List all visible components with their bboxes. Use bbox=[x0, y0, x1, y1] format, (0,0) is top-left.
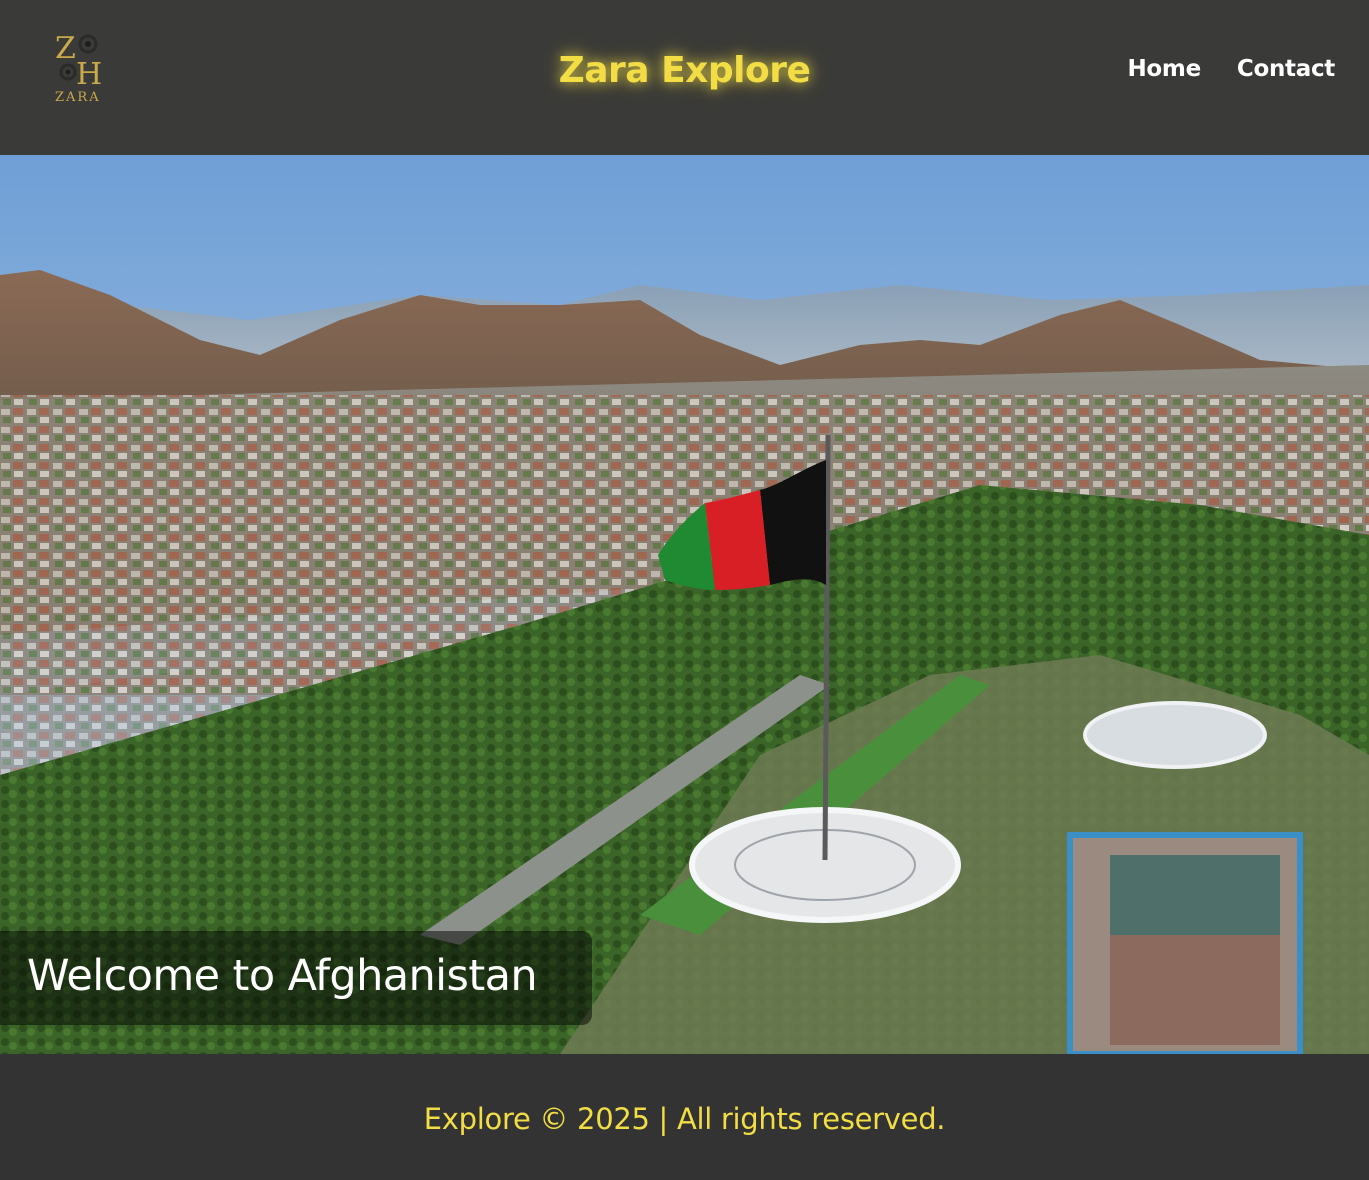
main-nav: Home Contact bbox=[1127, 56, 1335, 82]
site-header: Z H ZARA Zara Explore Home Contact bbox=[0, 0, 1369, 155]
copyright-text: Explore © 2025 | All rights reserved. bbox=[423, 1102, 946, 1136]
site-footer: Explore © 2025 | All rights reserved. bbox=[0, 1054, 1369, 1180]
kabul-aerial-image bbox=[0, 155, 1369, 1054]
hero-caption: Welcome to Afghanistan bbox=[0, 931, 592, 1025]
logo-text: ZARA bbox=[55, 90, 101, 105]
nav-contact-link[interactable]: Contact bbox=[1237, 56, 1335, 82]
hero-heading: Welcome to Afghanistan bbox=[27, 951, 538, 1001]
hero-section: Welcome to Afghanistan bbox=[0, 155, 1369, 1054]
nav-home-link[interactable]: Home bbox=[1127, 56, 1201, 82]
